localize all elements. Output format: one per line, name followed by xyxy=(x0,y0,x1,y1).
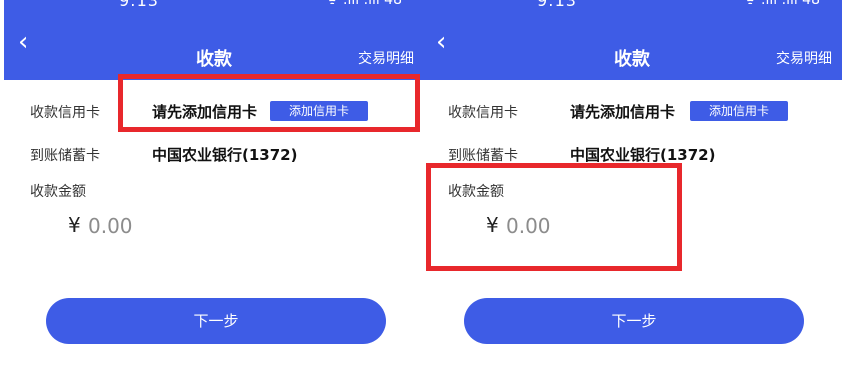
add-credit-card-button[interactable]: 添加信用卡 xyxy=(690,101,788,121)
debit-card-label: 到账储蓄卡 xyxy=(30,148,100,164)
currency-symbol: ¥ xyxy=(68,213,81,237)
credit-card-value: 请先添加信用卡 xyxy=(570,103,676,121)
header: ‹ 收款 交易明细 xyxy=(422,10,842,80)
credit-card-label: 收款信用卡 xyxy=(448,105,518,121)
transaction-details-link[interactable]: 交易明细 xyxy=(358,48,414,68)
debit-card-value[interactable]: 中国农业银行(1372) xyxy=(152,144,297,165)
next-step-button[interactable]: 下一步 xyxy=(46,298,386,344)
debit-card-label: 到账储蓄卡 xyxy=(448,148,518,164)
highlight-box xyxy=(118,74,420,132)
status-icons: ᯤ .ııl .ııl 48 xyxy=(325,0,402,8)
credit-card-label: 收款信用卡 xyxy=(30,105,100,121)
header: ‹ 收款 交易明细 xyxy=(4,10,424,80)
status-time: 9:13 xyxy=(119,0,159,10)
status-bar: 9:13 ᯤ .ııl .ııl 48 xyxy=(4,0,424,10)
next-step-button[interactable]: 下一步 xyxy=(464,298,804,344)
amount-input[interactable]: 0.00 xyxy=(88,214,133,238)
amount-label: 收款金额 xyxy=(30,184,86,200)
screen-left: 9:13 ᯤ .ııl .ııl 48 ‹ 收款 交易明细 收款信用卡 请先添加… xyxy=(4,0,424,382)
status-time: 9:13 xyxy=(537,0,577,10)
screen-right: 9:13 ᯤ .ııl .ııl 48 ‹ 收款 交易明细 收款信用卡 请先添加… xyxy=(422,0,842,382)
transaction-details-link[interactable]: 交易明细 xyxy=(776,48,832,68)
status-bar: 9:13 ᯤ .ııl .ııl 48 xyxy=(422,0,842,10)
highlight-box xyxy=(426,163,682,271)
status-icons: ᯤ .ııl .ııl 48 xyxy=(743,0,820,8)
debit-card-value[interactable]: 中国农业银行(1372) xyxy=(570,144,715,165)
